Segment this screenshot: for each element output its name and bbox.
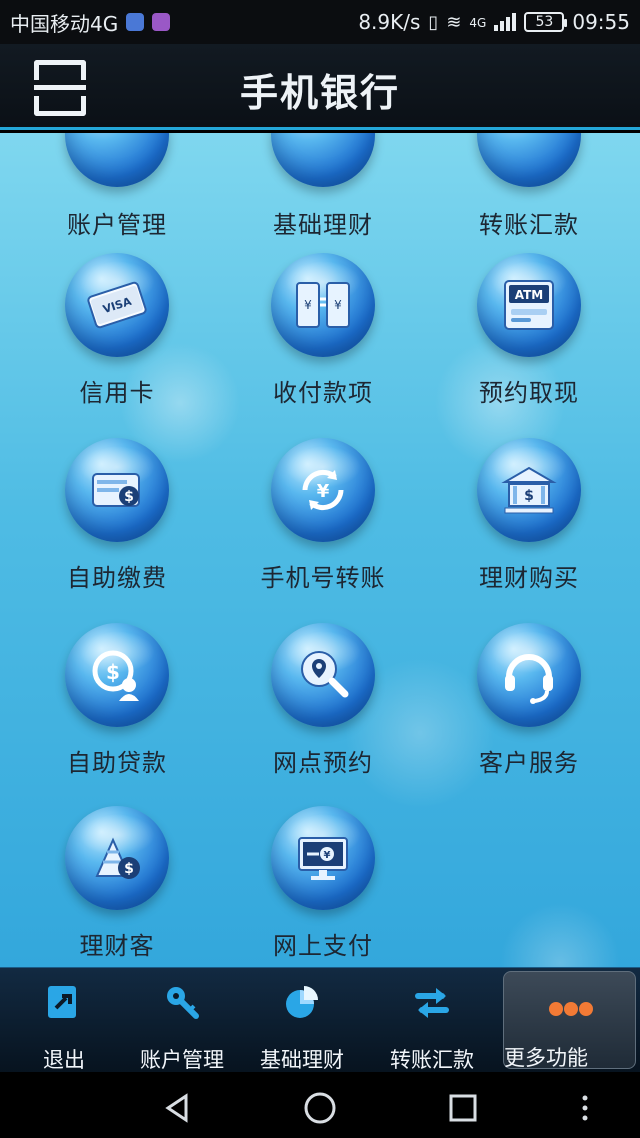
status-left: 中国移动4G [10,8,358,37]
tile-label: 收付款项 [273,379,373,407]
logout-icon [48,986,76,1018]
online-payment-icon: ¥ [271,806,375,910]
tile-branch-appointment[interactable]: 网点预约 [233,623,413,803]
gallery-icon [152,13,171,31]
tile-phone-transfer[interactable]: ¥ 手机号转账 [233,438,413,618]
phone-transfer-icon: ¥ [271,438,375,542]
tile-label: 自助贷款 [67,749,167,777]
clock: 09:55 [572,10,630,34]
svg-text:¥: ¥ [304,298,312,312]
atm-text: ATM [515,288,543,302]
function-grid-area[interactable]: 账户管理 基础理财 转账汇款 VISA 信用卡 ¥ ¥ 收付款项 ATM 预约取… [0,133,640,967]
svg-text:¥: ¥ [324,850,331,861]
tile-online-payment[interactable]: ¥ 网上支付 [233,806,413,967]
account-icon [65,133,169,187]
toolbar-more-functions[interactable]: 更多功能 [503,971,636,1070]
bank-building-icon: $ [477,438,581,542]
finance-icon [271,133,375,187]
key-icon [167,987,199,1019]
transfer-arrows-icon [415,988,449,1018]
battery-icon: 53 [524,12,568,32]
bill-payment-icon: $ [65,438,169,542]
signal-icon [494,13,517,31]
toolbar-label: 更多功能 [504,1046,588,1070]
location-icon [126,13,145,31]
status-right: 8.9K/s ▯ ≋ 4G 53 09:55 [358,10,630,34]
page-title: 手机银行 [239,71,400,115]
menu-icon[interactable] [575,1090,595,1126]
tile-wealth-purchase[interactable]: $ 理财购买 [439,438,619,618]
tile-payments[interactable]: ¥ ¥ 收付款项 [233,253,413,433]
tile-self-loan[interactable]: $ 自助贷款 [27,623,207,803]
tile-label: 自助缴费 [67,564,167,592]
recent-apps-icon[interactable] [445,1090,481,1126]
tile-label: 预约取现 [479,379,579,407]
tile-label: 信用卡 [79,379,155,407]
toolbar-basic-finance[interactable]: 基础理财 [238,968,366,1073]
toolbar-logout[interactable]: 退出 [0,968,128,1073]
payment-icon: ¥ ¥ [271,253,375,357]
transfer-icon [477,133,581,187]
more-dots-icon [549,1002,593,1016]
tile-label: 理财客 [79,932,155,960]
tile-atm-withdrawal[interactable]: ATM 预约取现 [439,253,619,433]
tile-label: 转账汇款 [479,211,579,239]
credit-card-icon: VISA [65,253,169,357]
tile-customer-service[interactable]: 客户服务 [439,623,619,803]
svg-text:¥: ¥ [334,298,342,312]
android-nav-bar [0,1072,640,1138]
tile-wealth-client[interactable]: $ 理财客 [27,806,207,967]
toolbar-transfer[interactable]: 转账汇款 [368,968,496,1073]
tile-label: 基础理财 [273,211,373,239]
network-speed: 8.9K/s [358,10,421,34]
branch-location-icon [271,623,375,727]
wifi-icon: ≋ [446,11,462,33]
status-bar: 中国移动4G 8.9K/s ▯ ≋ 4G 53 09:55 [0,0,640,44]
app-header: 手机银行 [0,44,640,130]
loan-icon: $ [65,623,169,727]
tile-label: 网上支付 [273,932,373,960]
atm-icon: ATM [477,253,581,357]
toolbar-label: 账户管理 [140,1048,224,1072]
network-type: 4G [469,16,487,30]
headset-icon [477,623,581,727]
toolbar-account-management[interactable]: 账户管理 [118,968,246,1073]
tile-label: 网点预约 [273,749,373,777]
battery-level: 53 [535,14,554,30]
tile-label: 客户服务 [479,749,579,777]
toolbar-label: 基础理财 [260,1048,344,1072]
svg-text:$: $ [524,488,534,504]
svg-text:$: $ [124,861,134,877]
bottom-toolbar: 退出 账户管理 基础理财 转账汇款 更多功能 [0,967,640,1072]
pie-chart-icon [286,986,318,1018]
back-icon[interactable] [160,1090,196,1126]
tile-label: 账户管理 [67,211,167,239]
svg-text:¥: ¥ [317,481,330,502]
toolbar-label: 转账汇款 [390,1048,474,1072]
toolbar-label: 退出 [43,1048,85,1072]
tile-credit-card[interactable]: VISA 信用卡 [27,253,207,433]
home-icon[interactable] [302,1090,338,1126]
tile-label: 手机号转账 [260,564,386,592]
tile-self-payment[interactable]: $ 自助缴费 [27,438,207,618]
carrier-text: 中国移动4G [10,11,119,36]
svg-text:$: $ [124,489,134,505]
svg-text:$: $ [106,660,120,684]
vibrate-icon: ▯ [428,11,439,33]
pyramid-coin-icon: $ [65,806,169,910]
tile-label: 理财购买 [479,564,579,592]
